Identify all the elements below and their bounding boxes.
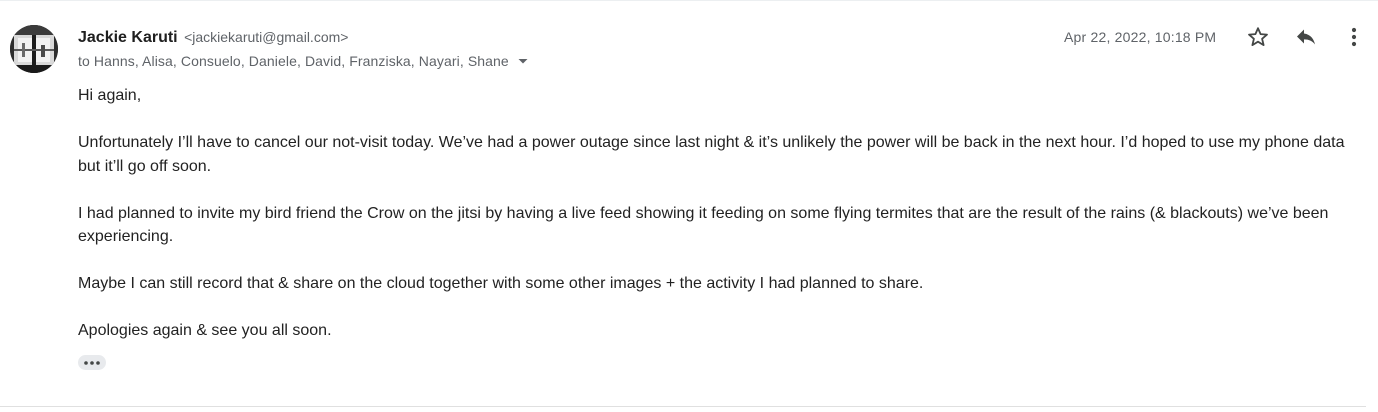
- recipients-line: to Hanns, Alisa, Consuelo, Daniele, Davi…: [78, 52, 530, 70]
- top-divider: [0, 0, 1378, 1]
- show-trimmed-content-button[interactable]: [78, 355, 106, 370]
- reply-icon: [1297, 29, 1315, 45]
- message-date: Apr 22, 2022, 10:18 PM: [1064, 29, 1217, 45]
- more-options-button[interactable]: [1339, 22, 1369, 52]
- paragraph-crow: I had planned to invite my bird friend t…: [78, 204, 1329, 246]
- recipients-list: to Hanns, Alisa, Consuelo, Daniele, Davi…: [78, 53, 509, 69]
- more-vertical-icon: [1351, 27, 1357, 47]
- paragraph-record: Maybe I can still record that & share on…: [78, 275, 924, 292]
- sender-email: <jackiekaruti@gmail.com>: [184, 29, 349, 45]
- star-outline-icon: [1248, 27, 1268, 46]
- greeting: Hi again,: [78, 87, 142, 104]
- reply-button[interactable]: [1291, 22, 1321, 52]
- paragraph-cancel: Unfortunately I’ll have to cancel our no…: [78, 134, 1345, 175]
- sender-name[interactable]: Jackie Karuti: [78, 29, 178, 46]
- sender-avatar[interactable]: [10, 25, 58, 73]
- avatar-photo: [10, 25, 58, 73]
- ellipsis-icon: [84, 360, 100, 365]
- message-body: Hi again, Unfortunately I’ll have to can…: [78, 84, 1360, 366]
- bottom-divider: [0, 406, 1366, 407]
- sender-line: Jackie Karuti <jackiekaruti@gmail.com>: [78, 27, 348, 48]
- closing-line: Apologies again & see you all soon.: [78, 322, 332, 339]
- caret-down-icon[interactable]: [516, 54, 530, 68]
- star-button[interactable]: [1243, 22, 1273, 52]
